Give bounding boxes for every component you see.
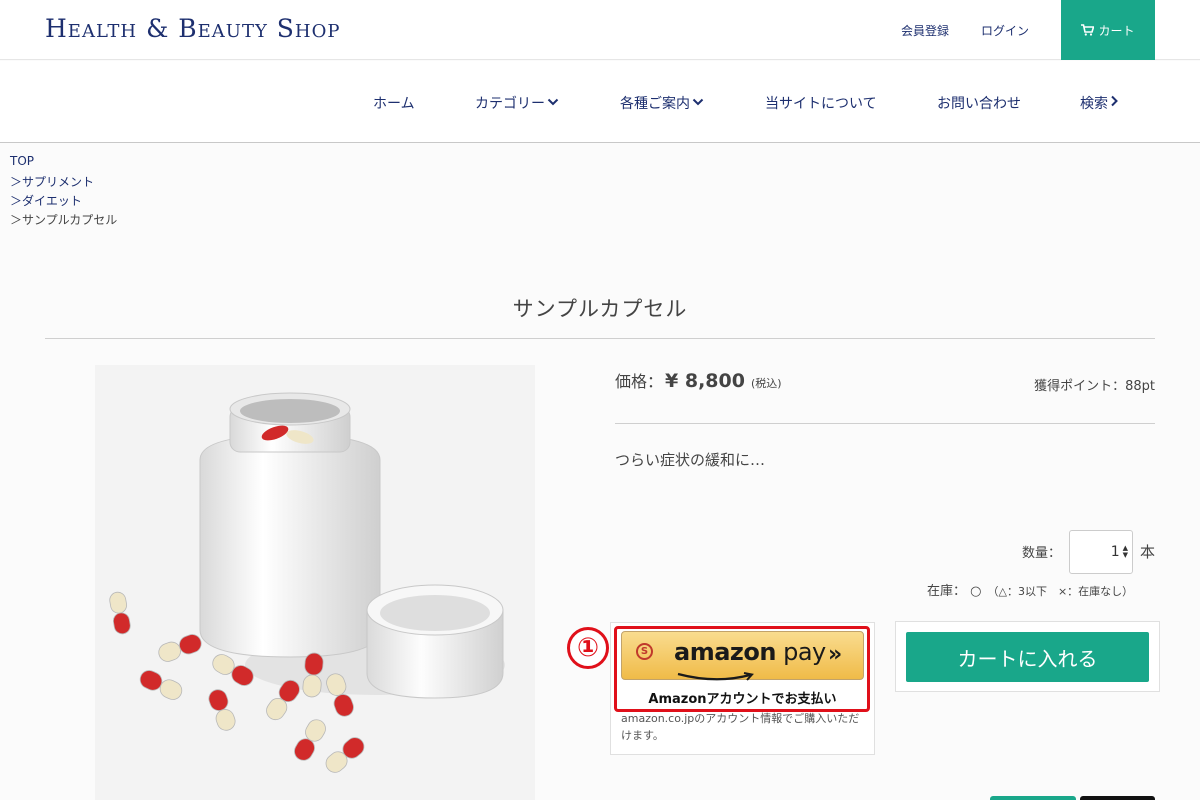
title-divider — [45, 338, 1155, 339]
share-button-dark[interactable] — [1080, 796, 1155, 800]
nav-about[interactable]: 当サイトについて — [765, 93, 877, 113]
quantity-unit: 本 — [1140, 543, 1156, 561]
stock-legend: （△：3以下 ×：在庫なし） — [987, 585, 1134, 598]
add-to-cart-button[interactable]: カートに入れる — [906, 632, 1149, 682]
nav-info[interactable]: 各種ご案内 — [620, 93, 704, 113]
chevron-right-icon — [1110, 95, 1119, 111]
price-value: ¥ 8,800 — [665, 370, 745, 392]
register-link[interactable]: 会員登録 — [901, 22, 949, 39]
breadcrumb-current: ＞サンプルカプセル — [10, 213, 118, 227]
annotation-number-badge: ① — [567, 627, 609, 669]
quantity-select[interactable]: 1 ▲ ▼ — [1069, 530, 1133, 574]
stock-label: 在庫： ○ — [927, 584, 982, 599]
chevron-down-icon — [692, 95, 704, 111]
annotation-highlight-box — [614, 626, 870, 712]
price-label: 価格： — [615, 372, 664, 391]
breadcrumb-diet[interactable]: ＞ダイエット — [10, 192, 82, 209]
main-nav: ホーム カテゴリー 各種ご案内 当サイトについて お問い合わせ 検索 — [0, 61, 1200, 143]
login-link[interactable]: ログイン — [981, 22, 1029, 39]
breadcrumb-supplement[interactable]: ＞サプリメント — [10, 173, 94, 190]
stock-status: 在庫： ○ （△：3以下 ×：在庫なし） — [927, 580, 1133, 599]
breadcrumb-top[interactable]: TOP — [10, 154, 34, 168]
select-arrows-icon: ▲ ▼ — [1122, 544, 1128, 559]
tax-note: (税込) — [750, 377, 782, 390]
nav-home[interactable]: ホーム — [373, 93, 415, 113]
quantity-value: 1 — [1110, 544, 1120, 560]
cart-button-label: カート — [1098, 23, 1135, 38]
site-logo[interactable]: Health & Beauty Shop — [45, 14, 340, 43]
product-description: つらい症状の緩和に… — [615, 451, 766, 469]
price-divider — [615, 423, 1155, 424]
quantity-label: 数量： — [1022, 546, 1062, 561]
product-title: サンプルカプセル — [512, 297, 688, 321]
nav-contact[interactable]: お問い合わせ — [937, 93, 1021, 113]
share-button-green[interactable] — [990, 796, 1076, 800]
nav-search[interactable]: 検索 — [1080, 93, 1119, 113]
nav-category[interactable]: カテゴリー — [475, 93, 559, 113]
top-header: Health & Beauty Shop 会員登録 ログイン カート — [0, 0, 1200, 60]
product-image[interactable] — [95, 365, 535, 800]
earned-points: 獲得ポイント：88pt — [1034, 379, 1155, 394]
price: 価格： ¥ 8,800 (税込) — [615, 368, 782, 392]
cart-button[interactable]: カート — [1061, 0, 1155, 60]
chevron-down-icon — [547, 95, 559, 111]
shopping-cart-icon — [1081, 24, 1095, 36]
amazon-pay-note: amazon.co.jpのアカウント情報でご購入いただけます。 — [621, 712, 860, 742]
